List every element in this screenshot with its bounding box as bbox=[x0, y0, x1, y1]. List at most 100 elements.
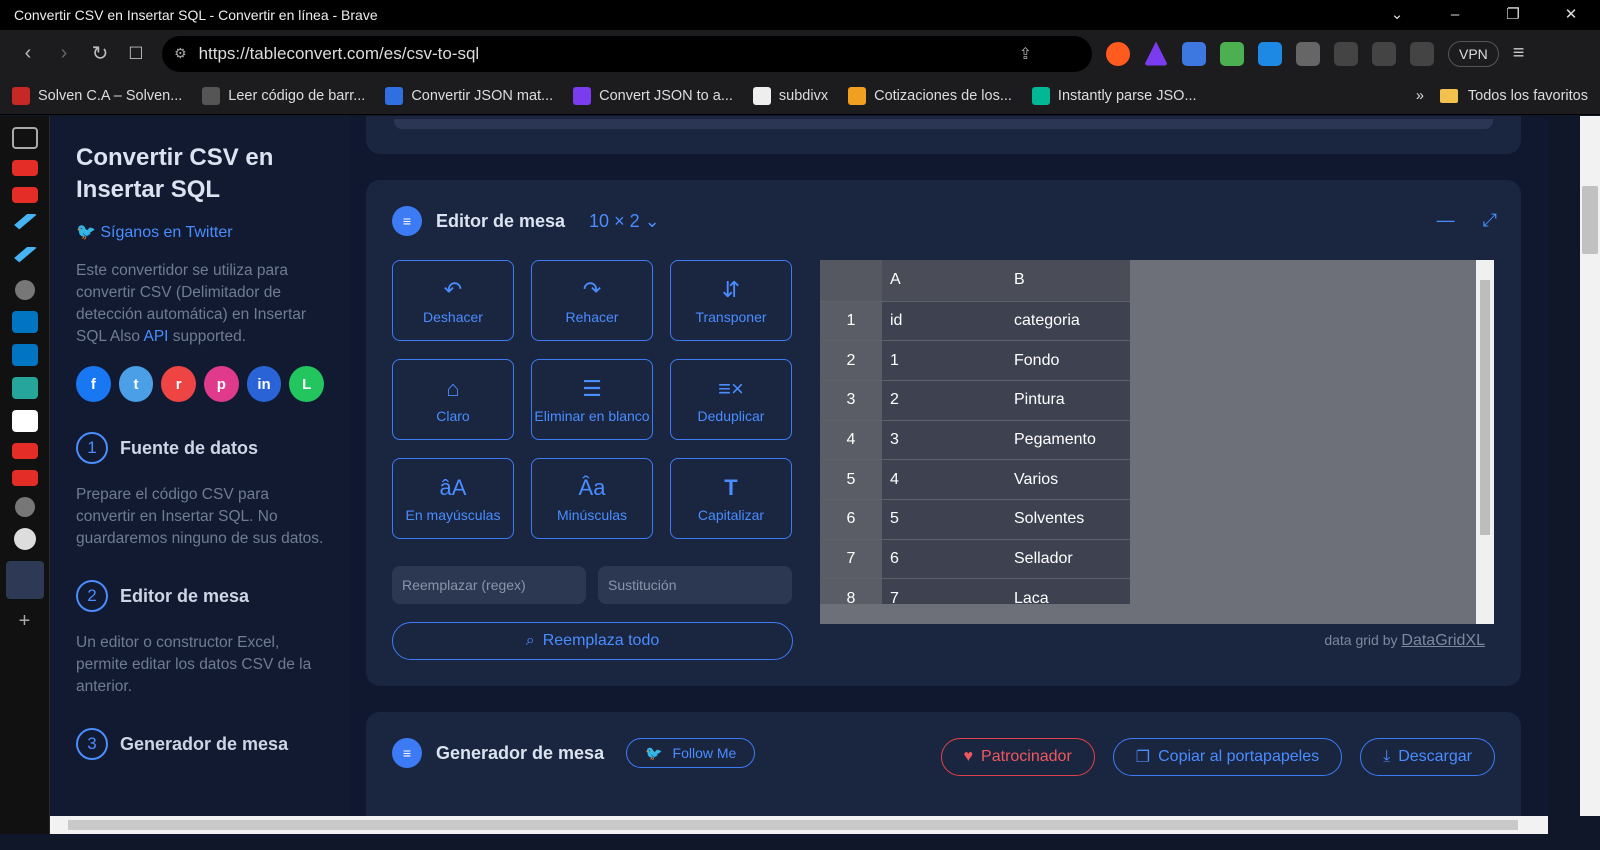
close-button[interactable]: ✕ bbox=[1542, 0, 1600, 30]
back-button[interactable]: ‹ bbox=[10, 42, 46, 65]
crown-icon[interactable] bbox=[11, 377, 38, 399]
step-2[interactable]: 2 Editor de mesa bbox=[76, 580, 324, 612]
all-bookmarks-folder[interactable]: Todos los favoritos bbox=[1439, 88, 1588, 104]
undo-button[interactable]: ↶ Deshacer bbox=[392, 260, 514, 341]
substitution-input[interactable]: Sustitución bbox=[598, 566, 792, 604]
flutter-icon[interactable] bbox=[14, 214, 38, 230]
youtube-icon[interactable] bbox=[11, 160, 38, 176]
grid-cell[interactable]: Pintura bbox=[1006, 380, 1130, 421]
transpose-button[interactable]: ⇵ Transponer bbox=[670, 260, 792, 341]
panel-icon[interactable] bbox=[11, 127, 38, 149]
reddit-icon[interactable]: r bbox=[161, 366, 197, 402]
row-number[interactable]: 5 bbox=[820, 459, 882, 500]
grid-cell[interactable]: 3 bbox=[882, 420, 1006, 461]
page-horizontal-scrollbar[interactable] bbox=[50, 816, 1548, 834]
grid-cell[interactable]: categoria bbox=[1006, 301, 1130, 342]
row-number[interactable]: 4 bbox=[820, 420, 882, 461]
twitter-follow-link[interactable]: 🐦 Síganos en Twitter bbox=[76, 222, 324, 242]
minimize-icon[interactable]: — bbox=[1437, 210, 1455, 231]
fullscreen-icon[interactable]: ⤢ bbox=[1483, 210, 1497, 231]
bookmark-item[interactable]: Solven C.A – Solven... bbox=[12, 86, 182, 105]
youtube-icon[interactable] bbox=[11, 187, 38, 203]
linkedin-icon[interactable]: in bbox=[246, 366, 282, 402]
row-number[interactable]: 7 bbox=[820, 539, 882, 580]
regex-replace-input[interactable]: Reemplazar (regex) bbox=[392, 566, 586, 604]
wallet-icon[interactable] bbox=[1410, 41, 1434, 66]
grid-scroll-thumb[interactable] bbox=[1480, 280, 1490, 535]
forward-button[interactable]: › bbox=[46, 42, 82, 65]
sponsor-button[interactable]: ♥ Patrocinador bbox=[940, 738, 1095, 776]
youtube-icon[interactable] bbox=[11, 470, 38, 486]
bookmark-item[interactable]: Convert JSON to a... bbox=[573, 86, 733, 105]
download-button[interactable]: ⤓ Descargar bbox=[1360, 738, 1495, 776]
copy-clipboard-button[interactable]: ❐ Copiar al portapapeles bbox=[1112, 738, 1343, 776]
vpn-button[interactable]: VPN bbox=[1448, 40, 1499, 67]
print-icon[interactable] bbox=[1220, 41, 1244, 66]
grid-cell[interactable]: 2 bbox=[882, 380, 1006, 421]
capitalize-button[interactable]: T Capitalizar bbox=[670, 458, 792, 539]
globe-icon[interactable] bbox=[14, 497, 35, 517]
grid-cell[interactable]: Varios bbox=[1006, 459, 1130, 500]
grid-horizontal-scrollbar[interactable] bbox=[820, 604, 1476, 624]
redo-button[interactable]: ↷ Rehacer bbox=[531, 260, 653, 341]
restore-button[interactable]: ❐ bbox=[1484, 0, 1542, 30]
brave-shields-icon[interactable] bbox=[1106, 41, 1130, 66]
github-icon[interactable] bbox=[13, 528, 36, 550]
reload-button[interactable]: ↻ bbox=[82, 41, 118, 66]
api-link[interactable]: API bbox=[144, 328, 169, 345]
uppercase-button[interactable]: âA En mayúsculas bbox=[392, 458, 514, 539]
corner-cell[interactable] bbox=[820, 260, 882, 302]
grid-cell[interactable]: 1 bbox=[882, 340, 1006, 381]
table-dimensions-dropdown[interactable]: 10 × 2 ⌄ bbox=[589, 211, 660, 232]
line-icon[interactable]: L bbox=[289, 366, 325, 402]
bookmark-item[interactable]: Cotizaciones de los... bbox=[848, 86, 1012, 105]
clear-button[interactable]: ⌂ Claro bbox=[392, 359, 514, 440]
column-header-a[interactable]: A bbox=[882, 260, 1006, 302]
step-1[interactable]: 1 Fuente de datos bbox=[76, 432, 324, 464]
minimize-button[interactable]: – bbox=[1426, 0, 1484, 30]
replace-all-button[interactable]: ⌕ Reemplaza todo bbox=[392, 622, 793, 660]
row-number[interactable]: 1 bbox=[820, 301, 882, 342]
sidebar-toggle-icon[interactable] bbox=[1372, 41, 1396, 66]
chevron-down-icon[interactable]: ⌄ bbox=[1368, 0, 1426, 30]
share-icon[interactable]: ⇪ bbox=[1019, 44, 1032, 64]
grid-cell[interactable]: id bbox=[882, 301, 1006, 342]
grid-cell[interactable]: 5 bbox=[882, 499, 1006, 540]
more-bookmarks-icon[interactable]: » bbox=[1416, 88, 1424, 104]
step-3[interactable]: 3 Generador de mesa bbox=[76, 728, 324, 760]
row-number[interactable]: 6 bbox=[820, 499, 882, 540]
bookmark-item[interactable]: Convertir JSON mat... bbox=[385, 86, 553, 105]
add-panel-icon[interactable]: + bbox=[12, 610, 38, 632]
grid-cell[interactable]: Fondo bbox=[1006, 340, 1130, 381]
imdb-icon[interactable] bbox=[11, 410, 38, 432]
grid-cell[interactable]: Pegamento bbox=[1006, 420, 1130, 461]
globe-icon[interactable] bbox=[14, 280, 35, 300]
new-extension-icon[interactable] bbox=[1258, 41, 1282, 66]
pinterest-icon[interactable]: p bbox=[204, 366, 239, 402]
youtube-icon[interactable] bbox=[11, 443, 38, 459]
grid-cell[interactable]: 6 bbox=[882, 539, 1006, 580]
facebook-icon[interactable]: f bbox=[76, 366, 111, 402]
follow-me-button[interactable]: 🐦 Follow Me bbox=[626, 738, 756, 768]
brave-rewards-icon[interactable] bbox=[1144, 41, 1168, 66]
grid-cell[interactable]: 4 bbox=[882, 459, 1006, 500]
grid-cell[interactable]: Sellador bbox=[1006, 539, 1130, 580]
page-vertical-scrollbar[interactable] bbox=[1580, 116, 1600, 816]
extensions-icon[interactable] bbox=[1334, 41, 1358, 66]
translate-icon[interactable] bbox=[1182, 41, 1206, 66]
lowercase-button[interactable]: Âa Minúsculas bbox=[531, 458, 653, 539]
grid-vertical-scrollbar[interactable] bbox=[1476, 260, 1494, 624]
bookmark-item[interactable]: Instantly parse JSO... bbox=[1031, 86, 1197, 105]
data-grid[interactable]: A B 1 id categoria 2 1 Fondo 3 2 Pintura 4 3 Pegame… bbox=[820, 260, 1494, 624]
site-settings-icon[interactable]: ⚙ bbox=[174, 45, 187, 62]
page-scroll-thumb[interactable] bbox=[1582, 186, 1598, 254]
row-number[interactable]: 2 bbox=[820, 340, 882, 381]
flutter-icon[interactable] bbox=[14, 247, 38, 263]
row-number[interactable]: 3 bbox=[820, 380, 882, 421]
deduplicate-button[interactable]: ≡× Deduplicar bbox=[670, 359, 792, 440]
bookmark-item[interactable]: Leer código de barr... bbox=[202, 86, 365, 105]
datagridxl-link[interactable]: DataGridXL bbox=[1401, 632, 1485, 649]
grid-cell[interactable]: Solventes bbox=[1006, 499, 1130, 540]
twitter-share-icon[interactable]: t bbox=[118, 366, 154, 402]
bookmark-icon[interactable]: ☐ bbox=[118, 44, 154, 64]
